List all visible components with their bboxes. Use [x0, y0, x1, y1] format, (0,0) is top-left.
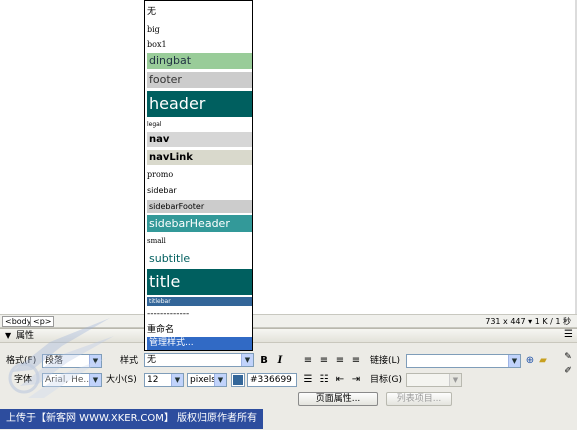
browse-folder-icon[interactable]: ▰ — [536, 354, 550, 368]
page-properties-button[interactable]: 页面属性... — [298, 392, 378, 406]
list-item[interactable]: header — [147, 91, 252, 117]
list-item[interactable]: promo — [147, 168, 252, 182]
link-input[interactable]: ▼ — [406, 354, 521, 368]
align-justify-icon[interactable]: ≡ — [349, 354, 363, 368]
list-item[interactable]: footer — [147, 72, 252, 88]
target-select[interactable]: ▼ — [406, 373, 462, 387]
quick-tag-editor-icon[interactable]: ✎ — [561, 350, 575, 364]
chevron-down-icon: ▼ — [214, 374, 226, 386]
list-item[interactable]: dingbat — [147, 53, 252, 69]
outdent-icon[interactable]: ⇤ — [333, 373, 347, 387]
chevron-down-icon[interactable]: ▾ — [528, 317, 532, 326]
footer-bar: 上传于【新客网 WWW.XKER.COM】 版权归原作者所有 — [0, 408, 577, 430]
list-separator: ------------- — [147, 309, 190, 319]
list-item[interactable]: title — [147, 269, 252, 295]
watermark-logo — [8, 318, 114, 398]
style-select[interactable]: 无 ▼ — [144, 353, 254, 367]
target-label: 目标(G) — [370, 375, 402, 385]
unordered-list-icon[interactable]: ☰ — [301, 373, 315, 387]
list-item[interactable]: box1 — [147, 38, 252, 52]
list-item[interactable]: sidebarHeader — [147, 215, 252, 232]
status-readout: 731 x 447 ▾ 1 K / 1 秒 — [485, 316, 571, 327]
bold-button[interactable]: B — [257, 354, 271, 368]
align-right-icon[interactable]: ≡ — [333, 354, 347, 368]
panel-options-icon[interactable]: ☰ — [564, 329, 573, 341]
chevron-down-icon: ▼ — [508, 355, 520, 367]
edit-icon[interactable]: ✐ — [561, 364, 575, 378]
align-left-icon[interactable]: ≡ — [301, 354, 315, 368]
download-size-readout: 1 K / 1 秒 — [534, 317, 571, 326]
color-hex-input[interactable]: #336699 — [247, 373, 297, 387]
ordered-list-icon[interactable]: ☷ — [317, 373, 331, 387]
color-picker-button[interactable] — [231, 373, 245, 387]
list-item[interactable]: titlebar — [147, 297, 252, 306]
color-swatch — [233, 375, 243, 385]
document-canvas[interactable] — [0, 0, 577, 314]
list-item[interactable]: 无 — [147, 5, 252, 19]
list-item-button[interactable]: 列表项目... — [386, 392, 452, 406]
manage-styles-menu-item[interactable]: 管理样式... — [147, 337, 252, 350]
list-item[interactable]: nav — [147, 132, 252, 147]
unit-select[interactable]: pixels ▼ — [187, 373, 227, 387]
italic-button[interactable]: I — [273, 354, 287, 368]
list-item[interactable]: big — [147, 23, 252, 37]
style-dropdown-list[interactable]: 无 big box1 dingbat footer header legal n… — [144, 0, 253, 351]
list-item[interactable]: small — [147, 234, 252, 248]
window-size-readout[interactable]: 731 x 447 — [485, 317, 525, 326]
list-item[interactable]: sidebar — [147, 184, 252, 198]
style-label: 样式 — [120, 356, 139, 366]
list-item[interactable]: legal — [147, 119, 252, 130]
list-item[interactable]: navLink — [147, 150, 252, 165]
rename-menu-item[interactable]: 重命名 — [147, 323, 252, 337]
list-item[interactable]: subtitle — [147, 250, 252, 267]
size-select[interactable]: 12 ▼ — [144, 373, 184, 387]
link-label: 链接(L) — [370, 356, 401, 366]
credit-banner: 上传于【新客网 WWW.XKER.COM】 版权归原作者所有 — [0, 409, 264, 429]
indent-icon[interactable]: ⇥ — [349, 373, 363, 387]
list-item[interactable]: sidebarFooter — [147, 200, 252, 213]
chevron-down-icon: ▼ — [171, 374, 183, 386]
point-to-file-icon[interactable]: ⊕ — [523, 354, 537, 368]
chevron-down-icon: ▼ — [449, 374, 461, 386]
chevron-down-icon: ▼ — [241, 354, 253, 366]
align-center-icon[interactable]: ≡ — [317, 354, 331, 368]
